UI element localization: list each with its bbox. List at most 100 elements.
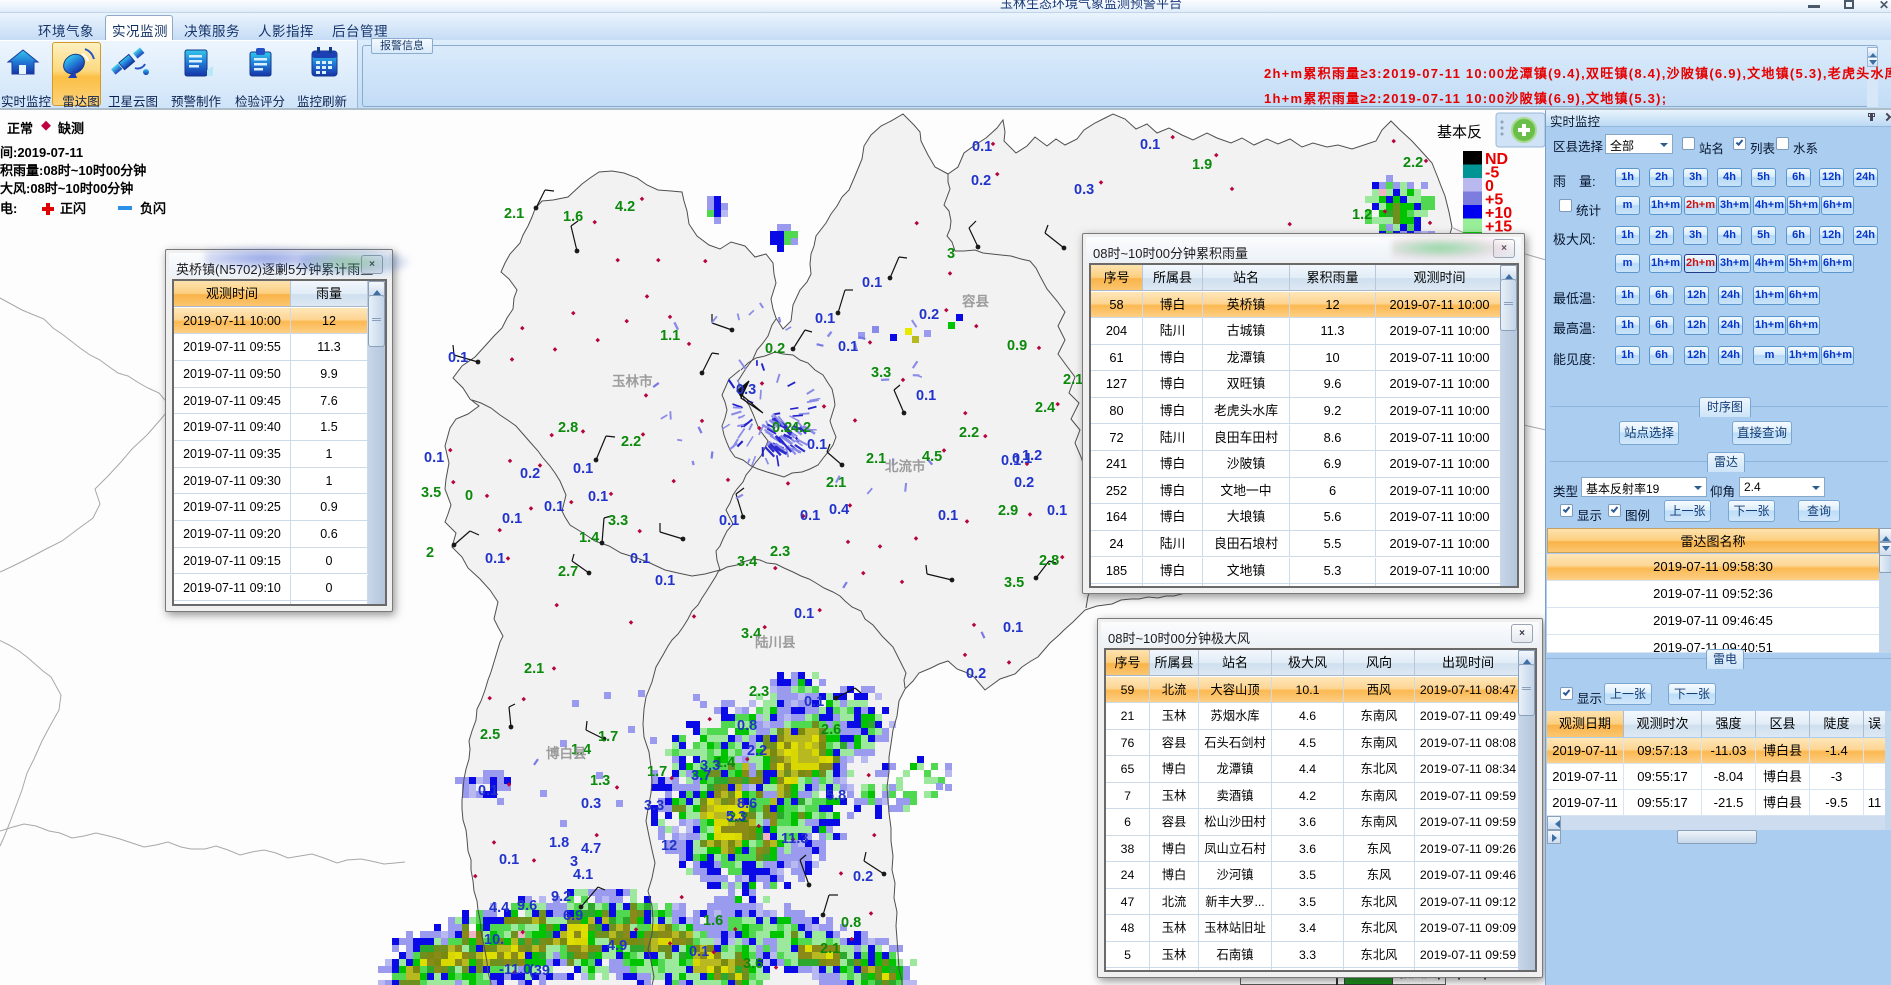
svg-text:大风:08时~10时00分钟: 大风:08时~10时00分钟 <box>0 181 133 196</box>
svg-text:0.1: 0.1 <box>1003 620 1023 636</box>
svg-text:2.1: 2.1 <box>524 661 544 677</box>
svg-text:0.1: 0.1 <box>573 461 593 477</box>
svg-text:9.6: 9.6 <box>517 898 537 914</box>
svg-text:1.2: 1.2 <box>1022 448 1042 464</box>
svg-text:0.2: 0.2 <box>853 869 873 885</box>
svg-text:0.2: 0.2 <box>971 173 991 189</box>
svg-text:4.9: 4.9 <box>607 938 627 954</box>
svg-text:0.1: 0.1 <box>499 852 519 868</box>
svg-text:北流市: 北流市 <box>885 458 926 474</box>
svg-text:-11.0: -11.0 <box>499 962 531 978</box>
svg-text:0.1: 0.1 <box>838 339 858 355</box>
svg-text:1.9: 1.9 <box>1192 157 1212 173</box>
svg-text:0.1: 0.1 <box>544 499 564 515</box>
svg-text:2.8: 2.8 <box>1039 553 1059 569</box>
svg-text:基本反: 基本反 <box>1437 124 1482 141</box>
svg-text:缺测: 缺测 <box>57 121 84 136</box>
svg-text:0.8: 0.8 <box>737 718 757 734</box>
svg-text:0.2: 0.2 <box>772 420 792 436</box>
svg-text:3.6: 3.6 <box>743 956 763 972</box>
svg-text:0.9: 0.9 <box>1007 338 1027 354</box>
svg-text:陆川县: 陆川县 <box>755 635 796 650</box>
svg-text:0.8: 0.8 <box>841 915 861 931</box>
svg-text:(39: (39 <box>529 963 550 979</box>
svg-text:1.7: 1.7 <box>647 764 667 780</box>
svg-text:1.3: 1.3 <box>590 773 610 789</box>
svg-text:0.2: 0.2 <box>919 307 939 323</box>
svg-text:正常: 正常 <box>7 121 33 136</box>
svg-text:0.1: 0.1 <box>815 311 835 327</box>
svg-text:0.2: 0.2 <box>1014 475 1034 491</box>
svg-text:2.2: 2.2 <box>1403 155 1423 171</box>
svg-text:1.6: 1.6 <box>563 209 583 225</box>
svg-text:博白县: 博白县 <box>546 745 587 761</box>
svg-text:0.2: 0.2 <box>520 466 540 482</box>
svg-text:2.3: 2.3 <box>770 544 790 560</box>
svg-text:0.1: 0.1 <box>448 350 468 366</box>
svg-text:积雨量:08时~10时00分钟: 积雨量:08时~10时00分钟 <box>0 163 146 178</box>
svg-text:0.1: 0.1 <box>807 437 827 453</box>
svg-text:2.4: 2.4 <box>1035 400 1055 416</box>
svg-text:1.8: 1.8 <box>549 835 569 851</box>
svg-text:4.4: 4.4 <box>489 900 509 916</box>
svg-text:2.2: 2.2 <box>959 425 979 441</box>
svg-text:2.1: 2.1 <box>826 475 846 491</box>
svg-text:正闪: 正闪 <box>60 201 86 216</box>
svg-text:0.1: 0.1 <box>689 944 709 960</box>
svg-text:0.1: 0.1 <box>800 508 820 524</box>
svg-text:负闪: 负闪 <box>140 201 166 216</box>
svg-text:1.4: 1.4 <box>579 530 599 546</box>
svg-text:2.1: 2.1 <box>504 206 524 222</box>
svg-text:2.7: 2.7 <box>558 564 578 580</box>
svg-text:2.2: 2.2 <box>747 743 767 759</box>
svg-text:3: 3 <box>947 246 955 262</box>
svg-text:2.2: 2.2 <box>621 434 641 450</box>
svg-text:2.1: 2.1 <box>820 941 840 957</box>
svg-text:4.2: 4.2 <box>615 199 635 215</box>
svg-text:0.1: 0.1 <box>588 489 608 505</box>
svg-text:2.1: 2.1 <box>866 451 886 467</box>
svg-text:0.3: 0.3 <box>581 796 601 812</box>
svg-text:0.1: 0.1 <box>478 783 498 799</box>
svg-text:0.1: 0.1 <box>1047 503 1067 519</box>
svg-text:0.1: 0.1 <box>862 275 882 291</box>
svg-text:3.3: 3.3 <box>871 365 891 381</box>
svg-text:9.2: 9.2 <box>551 889 571 905</box>
svg-text:0.1: 0.1 <box>502 511 522 527</box>
svg-text:2.9: 2.9 <box>998 503 1018 519</box>
svg-text:0: 0 <box>465 488 473 504</box>
svg-text:3.3: 3.3 <box>644 798 664 814</box>
svg-text:玉林市: 玉林市 <box>612 373 653 389</box>
svg-text:0.4: 0.4 <box>829 502 849 518</box>
svg-text:0.1: 0.1 <box>972 139 992 155</box>
svg-text:0.1: 0.1 <box>630 551 650 567</box>
svg-text:1.7: 1.7 <box>598 729 618 745</box>
svg-text:3.3: 3.3 <box>608 513 628 529</box>
svg-text:6.9: 6.9 <box>563 908 583 924</box>
svg-text:0.1: 0.1 <box>485 551 505 567</box>
svg-text:3.4: 3.4 <box>737 554 757 570</box>
svg-text:电:: 电: <box>0 201 17 216</box>
svg-text:0.2: 0.2 <box>966 666 986 682</box>
svg-text:10.: 10. <box>484 932 504 948</box>
svg-text:5.8: 5.8 <box>826 788 846 804</box>
svg-text:0.1: 0.1 <box>655 573 675 589</box>
svg-text:3.5: 3.5 <box>1004 575 1024 591</box>
svg-text:2.1: 2.1 <box>1063 372 1083 388</box>
svg-text:3.3: 3.3 <box>700 758 720 774</box>
svg-text:1.2: 1.2 <box>1352 207 1372 223</box>
svg-text:0.1: 0.1 <box>794 606 814 622</box>
svg-text:3.5: 3.5 <box>421 485 441 501</box>
svg-text:4.2: 4.2 <box>791 420 811 436</box>
svg-text:0.3: 0.3 <box>1074 182 1094 198</box>
svg-text:容县: 容县 <box>961 293 990 309</box>
svg-text:0.1: 0.1 <box>938 508 958 524</box>
svg-text:4.7: 4.7 <box>581 841 601 857</box>
svg-text:1.1: 1.1 <box>660 328 680 344</box>
svg-text:0.1: 0.1 <box>804 694 824 710</box>
svg-text:1.6: 1.6 <box>703 913 723 929</box>
svg-text:5.3: 5.3 <box>726 809 746 825</box>
svg-text:4.1: 4.1 <box>573 867 593 883</box>
svg-text:0.2: 0.2 <box>765 341 785 357</box>
svg-text:2.3: 2.3 <box>749 684 769 700</box>
